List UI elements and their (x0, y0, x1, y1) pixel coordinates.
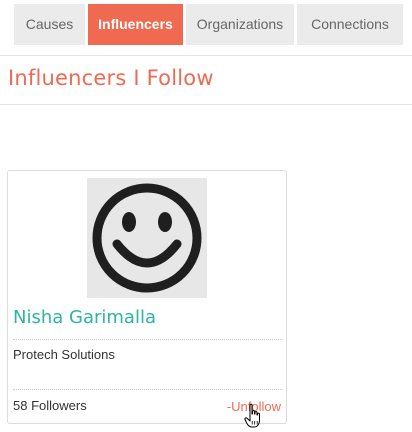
page: Causes Influencers Organizations Connect… (0, 0, 412, 432)
divider (0, 55, 412, 56)
influencer-name[interactable]: Nisha Garimalla (13, 307, 156, 328)
tab-influencers[interactable]: Influencers (88, 4, 183, 45)
influencer-card: Nisha Garimalla Protech Solutions 58 Fol… (7, 170, 287, 424)
tab-causes[interactable]: Causes (14, 4, 85, 45)
divider (13, 389, 283, 390)
tab-bar: Causes Influencers Organizations Connect… (14, 4, 403, 45)
divider (0, 104, 412, 105)
organization-name: Protech Solutions (13, 347, 115, 362)
hand-pointer-icon (244, 403, 260, 428)
divider (13, 339, 283, 340)
followers-count: 58 Followers (13, 398, 87, 413)
avatar[interactable] (87, 178, 207, 298)
page-title: Influencers I Follow (8, 66, 214, 90)
tab-connections[interactable]: Connections (297, 4, 403, 45)
smiley-face-icon (92, 183, 202, 293)
tab-organizations[interactable]: Organizations (186, 4, 294, 45)
